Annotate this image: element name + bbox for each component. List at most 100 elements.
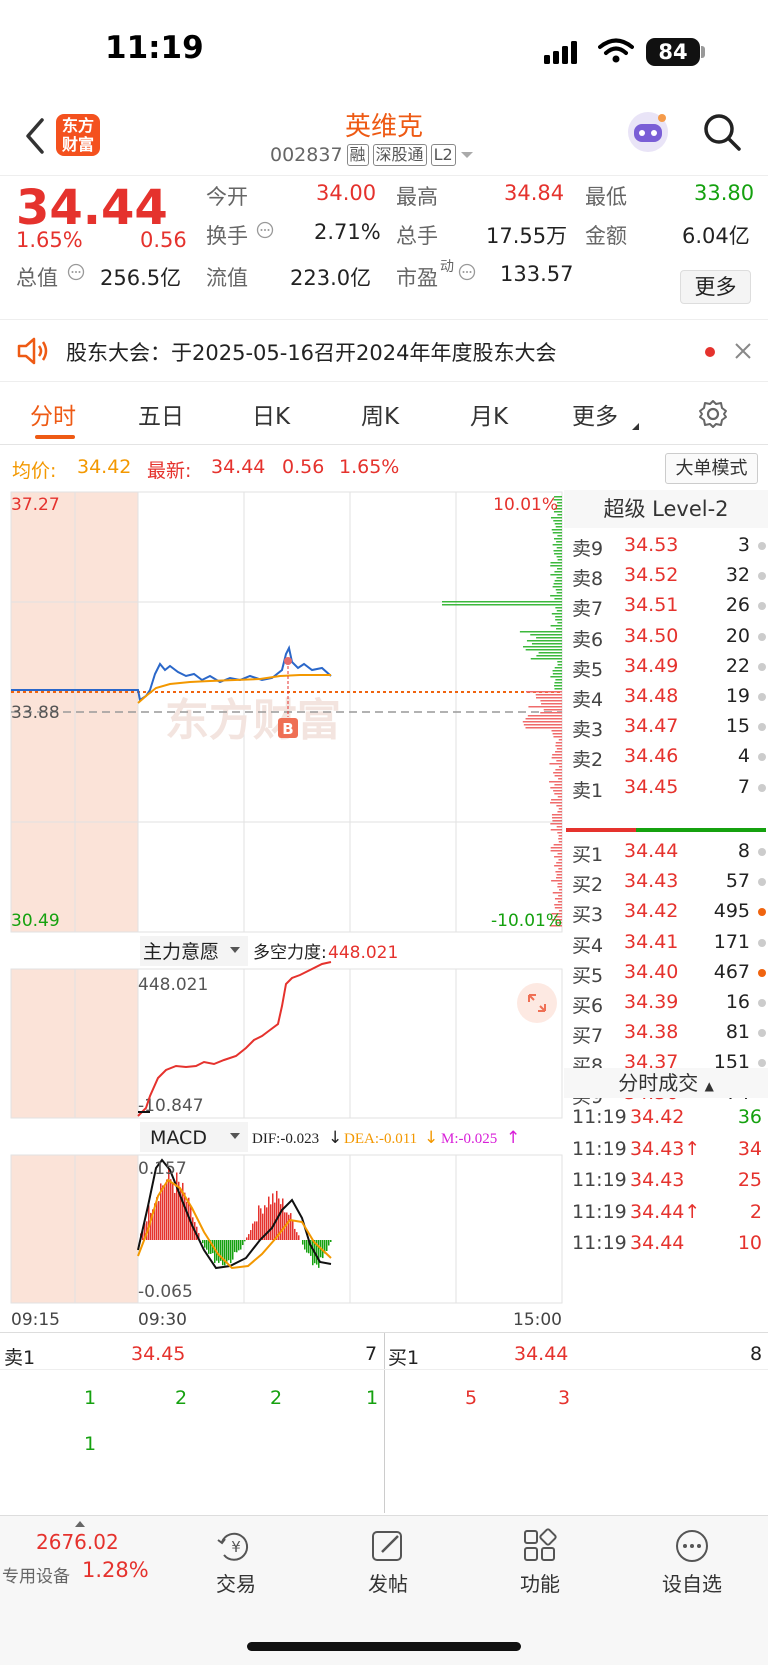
- change-amount: 0.56: [140, 228, 187, 252]
- trade-volume: 2: [749, 1200, 762, 1223]
- tab-intraday[interactable]: 分时: [30, 397, 76, 431]
- nav-add-watchlist[interactable]: 设自选: [647, 1528, 737, 1597]
- depth-bar: [551, 529, 562, 531]
- sell-row[interactable]: 卖8 34.52 32: [564, 560, 768, 592]
- depth-bar: [527, 715, 562, 717]
- macd-bar: [298, 1235, 300, 1240]
- close-icon[interactable]: [734, 342, 752, 360]
- sell-queue-item: 1: [84, 1387, 97, 1409]
- order-size-dot: [758, 878, 766, 887]
- sell-queue-item: 2: [270, 1387, 283, 1409]
- depth-bar: [442, 601, 562, 603]
- sell-price: 34.50: [624, 624, 679, 647]
- more-dots-icon: [676, 1530, 708, 1562]
- buy-row[interactable]: 买7 34.38 81: [564, 1017, 768, 1049]
- tab-weekly-k[interactable]: 周K: [361, 397, 399, 431]
- depth-bar: [536, 697, 562, 699]
- trade-volume: 34: [737, 1137, 762, 1160]
- depth-bar: [550, 802, 562, 804]
- depth-bar: [552, 820, 562, 822]
- top-price-label: 37.27: [11, 495, 60, 515]
- buy-row[interactable]: 买5 34.40 467: [564, 957, 768, 989]
- sell-price: 34.48: [624, 685, 679, 707]
- macd-bar: [312, 1240, 314, 1266]
- depth-bar: [536, 637, 562, 639]
- queue-sell-vol: 7: [365, 1343, 378, 1365]
- depth-bar: [554, 553, 562, 555]
- tag-connect: 深股通: [372, 144, 427, 166]
- sell-row[interactable]: 卖2 34.46 4: [564, 741, 768, 773]
- depth-bar: [549, 781, 562, 783]
- buy-row[interactable]: 买3 34.42 495: [564, 896, 768, 928]
- order-size-dot: [758, 1029, 766, 1038]
- sell-level: 卖3: [572, 719, 604, 742]
- info-icon[interactable]: [458, 263, 476, 281]
- queue-buy-vol: 8: [750, 1343, 763, 1365]
- tab-monthly-k[interactable]: 月K: [470, 397, 508, 431]
- robot-assistant-icon[interactable]: [624, 108, 672, 156]
- queue-sell-label: 卖1: [4, 1347, 36, 1369]
- queue-header-divider: [0, 1369, 768, 1370]
- volume-value: 17.55万: [486, 224, 568, 248]
- tab-five-day[interactable]: 五日: [138, 397, 184, 431]
- order-size-dot: [758, 662, 766, 671]
- sell-row[interactable]: 卖7 34.51 26: [564, 590, 768, 622]
- buy-row[interactable]: 买1 34.44 8: [564, 836, 768, 868]
- bid-ask-bar-red: [566, 828, 636, 832]
- expand-button[interactable]: [517, 983, 557, 1023]
- buy-price: 34.40: [624, 960, 679, 983]
- order-size-dot: [758, 693, 766, 701]
- index-widget[interactable]: 2676.02 专用设备 1.28%: [0, 1516, 160, 1611]
- volume-label: 总手: [396, 224, 438, 248]
- macd-bar: [330, 1240, 332, 1242]
- trades-title: 分时成交 ▲: [564, 1068, 768, 1098]
- nav-post[interactable]: 发帖: [343, 1528, 433, 1597]
- notice-bar[interactable]: 股东大会：于2025-05-16召开2024年年度股东大会: [0, 320, 768, 382]
- sell-row[interactable]: 卖9 34.53 3: [564, 530, 768, 562]
- gear-icon[interactable]: [697, 398, 729, 430]
- depth-bar: [535, 694, 562, 696]
- sell-volume: 19: [725, 685, 750, 707]
- macd-top-label: 0.157: [138, 1159, 187, 1179]
- macd-bar: [162, 1185, 164, 1240]
- depth-bar: [550, 517, 562, 519]
- macd-bar: [234, 1240, 236, 1253]
- tab-more[interactable]: 更多: [572, 397, 618, 431]
- search-icon[interactable]: [702, 112, 742, 152]
- buy-row[interactable]: 买2 34.43 57: [564, 866, 768, 898]
- mid-top-label: 448.021: [138, 975, 208, 995]
- battery-icon: 84: [646, 38, 700, 66]
- sell-row[interactable]: 卖6 34.50 20: [564, 621, 768, 653]
- trade-volume: 10: [737, 1232, 762, 1254]
- sell-row[interactable]: 卖3 34.47 15: [564, 711, 768, 743]
- tab-daily-k[interactable]: 日K: [252, 397, 290, 431]
- buy-price: 34.39: [624, 991, 679, 1013]
- depth-bar: [550, 574, 562, 576]
- nav-functions[interactable]: 功能: [495, 1528, 585, 1597]
- sell-row[interactable]: 卖4 34.48 19: [564, 681, 768, 713]
- depth-bar: [553, 520, 562, 522]
- depth-bar: [557, 796, 562, 798]
- stock-code-line[interactable]: 002837 融 深股通 L2: [270, 144, 474, 166]
- intraday-chart[interactable]: 东方财富 B 37.27 33.88 30.49 10.01% -10.01% …: [0, 490, 564, 1335]
- depth-bar: [557, 811, 562, 813]
- buy-row[interactable]: 买4 34.41 171: [564, 927, 768, 959]
- depth-bar: [557, 514, 562, 516]
- info-icon[interactable]: [256, 221, 274, 239]
- low-value: 33.80: [694, 181, 755, 205]
- info-icon[interactable]: [67, 263, 85, 281]
- depth-bar: [556, 877, 562, 879]
- depth-bar: [523, 724, 562, 726]
- depth-bar: [536, 655, 562, 657]
- nav-trade[interactable]: ¥ 交易: [191, 1528, 281, 1597]
- sell-row[interactable]: 卖5 34.49 22: [564, 651, 768, 683]
- big-order-mode-button[interactable]: 大单模式: [665, 453, 758, 484]
- more-button[interactable]: 更多: [680, 270, 751, 304]
- buy-row[interactable]: 买6 34.39 16: [564, 987, 768, 1019]
- depth-bar: [557, 661, 562, 663]
- macd-bar: [250, 1230, 252, 1240]
- amount-label: 金额: [585, 224, 627, 248]
- queue-sell-price: 34.45: [131, 1343, 186, 1365]
- sell-row[interactable]: 卖1 34.45 7: [564, 772, 768, 804]
- depth-bar: [556, 862, 562, 864]
